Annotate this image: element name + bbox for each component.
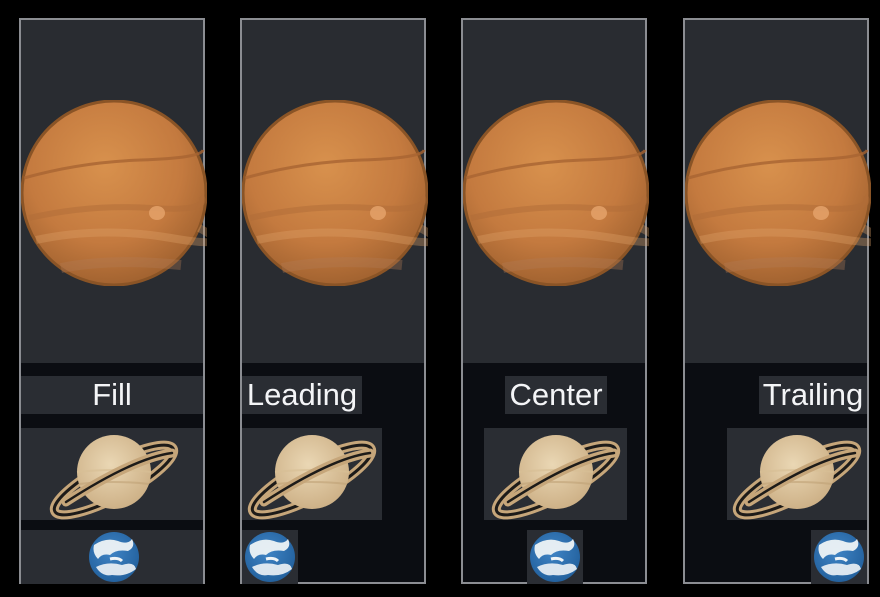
earth-strip <box>527 530 583 584</box>
earth-icon <box>813 531 865 583</box>
saturn-strip <box>242 428 382 520</box>
panel-center: Center <box>461 18 647 584</box>
jupiter-area <box>242 20 424 363</box>
earth-icon <box>529 531 581 583</box>
label-trailing: Trailing <box>759 376 867 414</box>
jupiter-icon <box>685 100 871 286</box>
saturn-icon <box>486 428 626 520</box>
jupiter-area <box>463 20 645 363</box>
saturn-strip <box>727 428 867 520</box>
earth-strip <box>21 530 203 584</box>
earth-icon <box>244 531 296 583</box>
earth-strip <box>242 530 298 584</box>
saturn-icon <box>242 428 382 520</box>
jupiter-area <box>685 20 867 363</box>
jupiter-area <box>21 20 203 363</box>
saturn-icon <box>727 428 867 520</box>
saturn-strip <box>21 428 203 520</box>
saturn-icon <box>44 428 184 520</box>
panel-fill: Fill <box>19 18 205 584</box>
jupiter-icon <box>242 100 428 286</box>
label-center: Center <box>505 376 607 414</box>
earth-strip <box>811 530 867 584</box>
jupiter-icon <box>21 100 207 286</box>
label-fill: Fill <box>21 376 203 414</box>
saturn-strip <box>484 428 627 520</box>
earth-icon <box>88 531 140 583</box>
label-leading: Leading <box>242 376 362 414</box>
panel-leading: Leading <box>240 18 426 584</box>
jupiter-icon <box>463 100 649 286</box>
panel-trailing: Trailing <box>683 18 869 584</box>
